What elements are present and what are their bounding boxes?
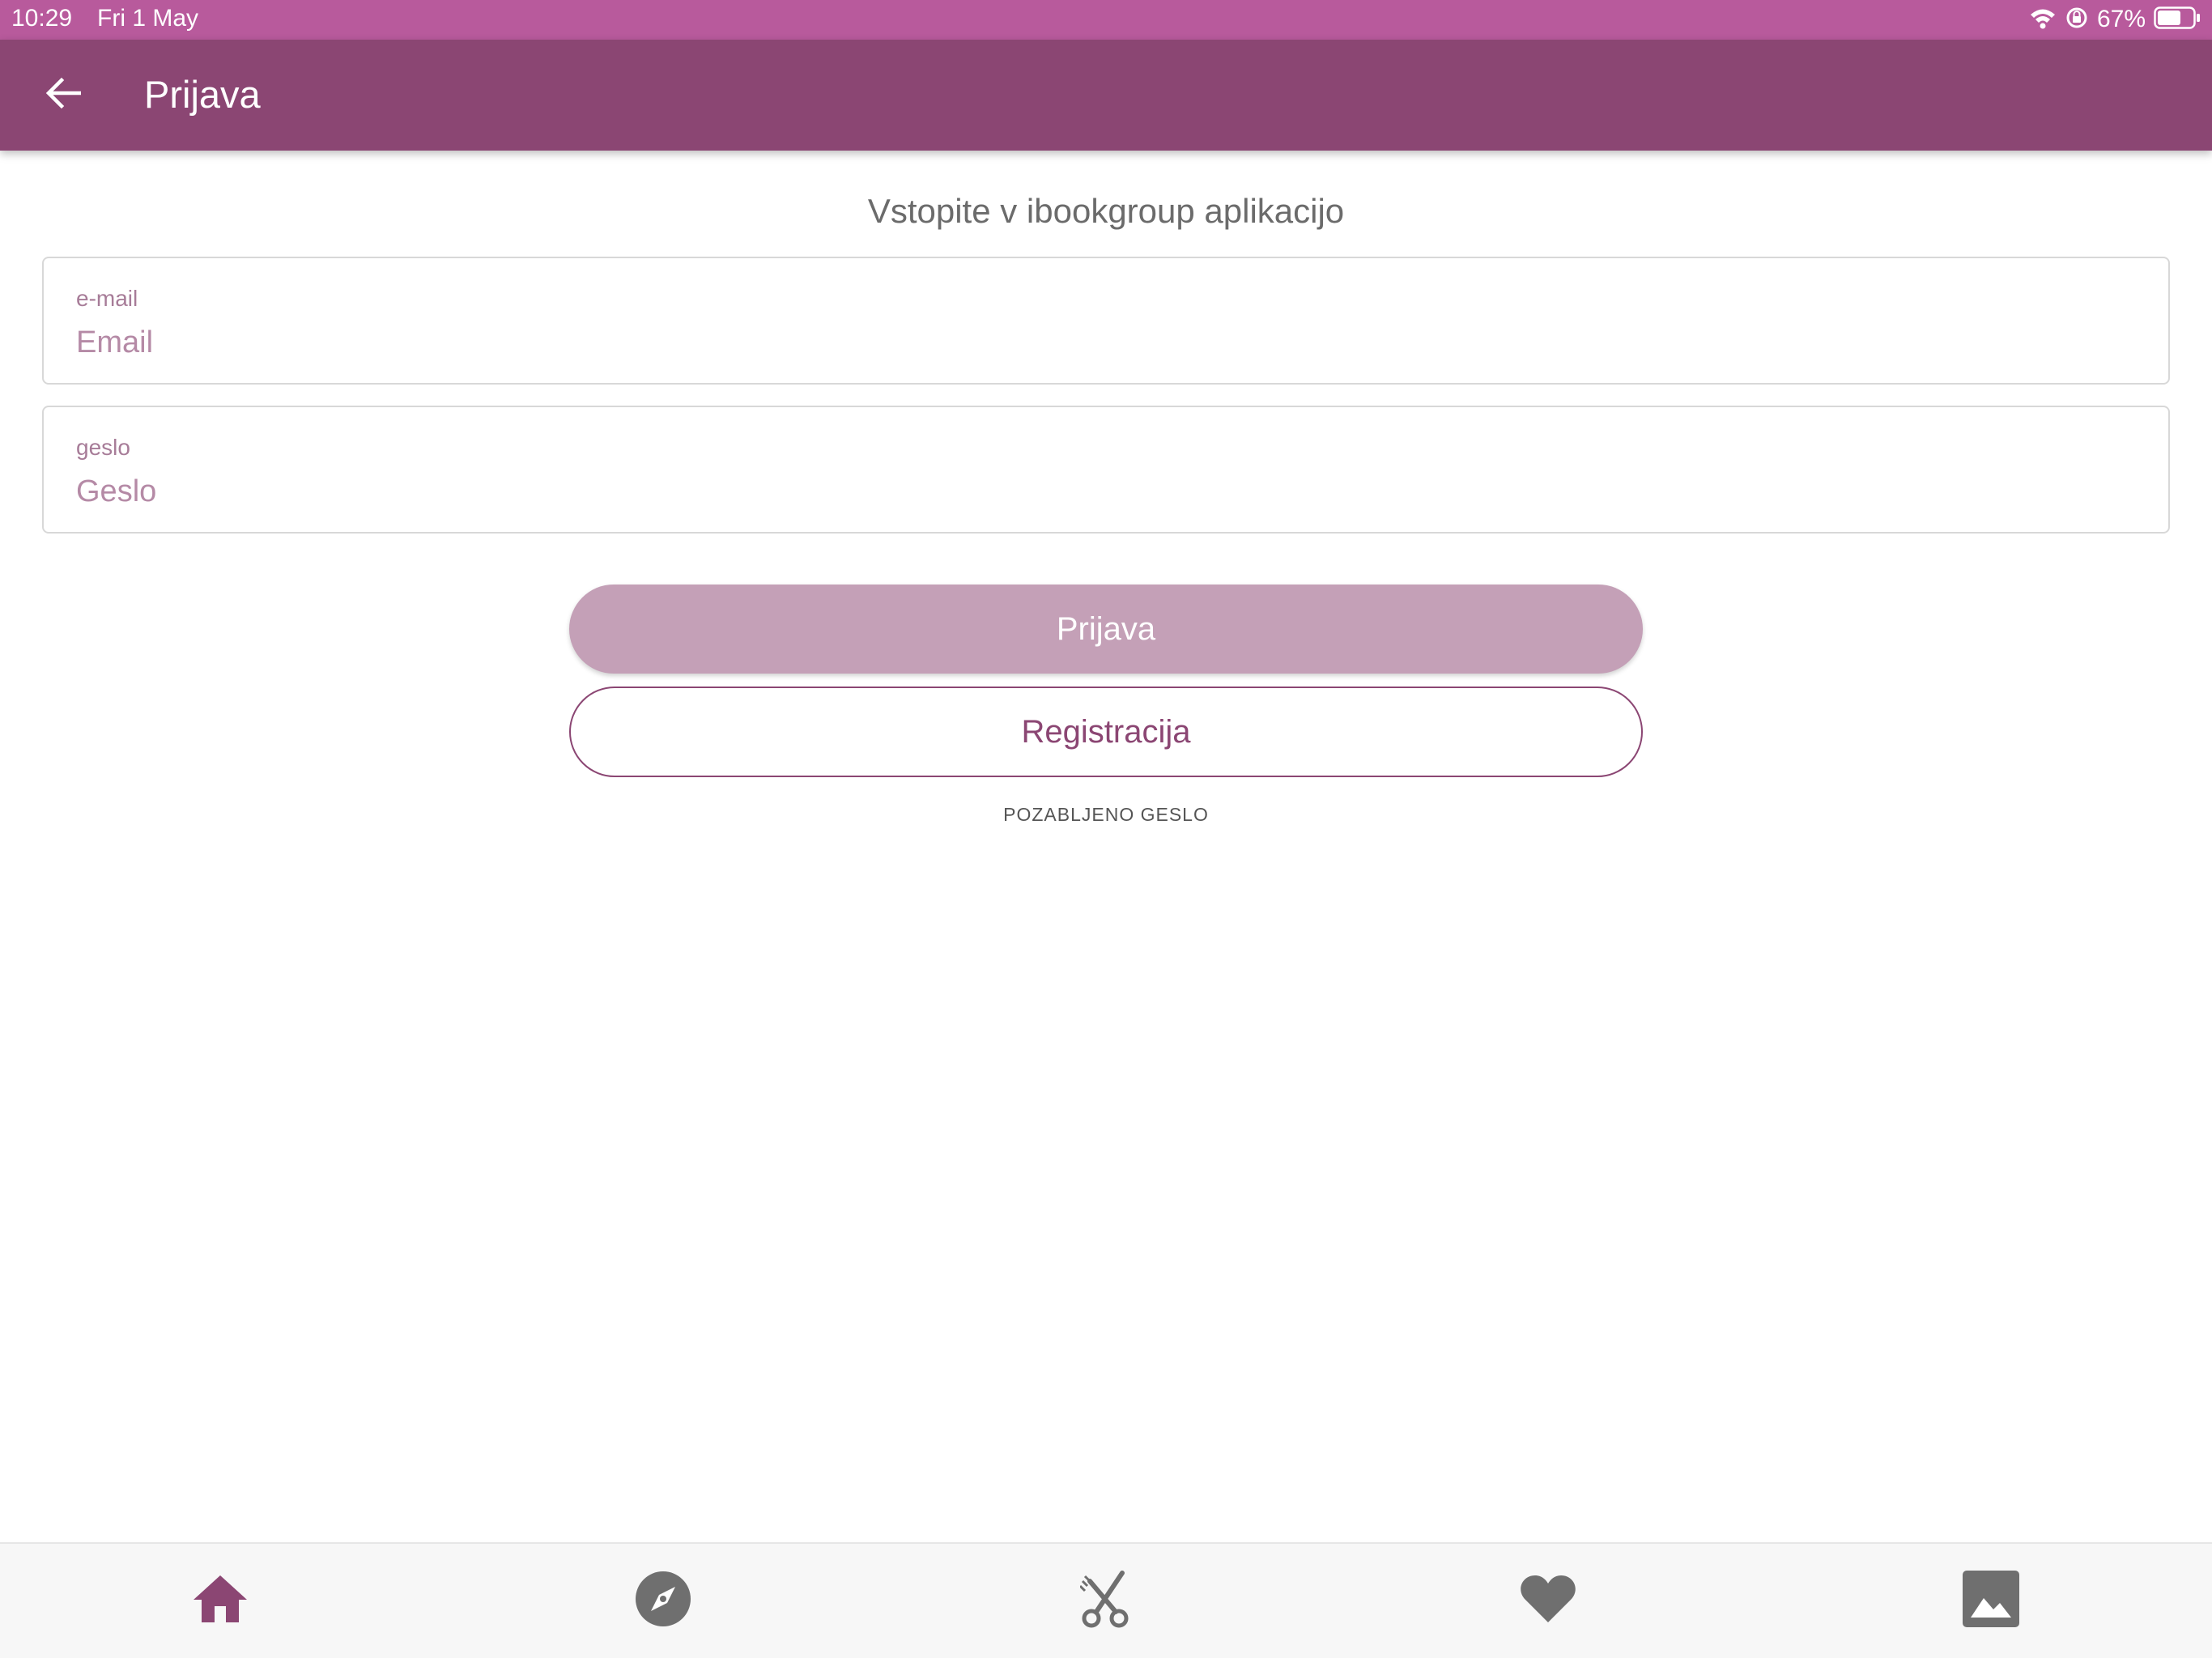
home-icon [192, 1574, 249, 1628]
battery-icon [2154, 6, 2201, 33]
status-indicators: 67% [2029, 3, 2201, 36]
forgot-password-link[interactable]: POZABLJENO GESLO [1003, 804, 1209, 825]
email-label: e-mail [76, 286, 138, 311]
nav-item-home[interactable] [188, 1568, 253, 1633]
status-time: 10:29 [11, 5, 73, 32]
status-date: Fri 1 May [97, 5, 199, 32]
battery-percent: 67% [2096, 6, 2146, 32]
nav-item-explore[interactable] [631, 1568, 696, 1633]
nav-item-services[interactable] [1074, 1568, 1138, 1633]
bottom-nav [0, 1542, 2212, 1658]
image-icon [1963, 1570, 2019, 1631]
nav-item-gallery[interactable] [1959, 1568, 2023, 1633]
password-label: geslo [76, 435, 130, 460]
orientation-lock-icon [2065, 6, 2089, 34]
register-button[interactable]: Registracija [569, 687, 1643, 777]
email-input[interactable] [76, 321, 2133, 363]
compass-icon [635, 1571, 691, 1631]
forgot-password-row: POZABLJENO GESLO [0, 804, 2212, 826]
scissors-comb-icon [1078, 1570, 1132, 1632]
heart-icon [1519, 1574, 1577, 1628]
login-button[interactable]: Prijava [569, 585, 1643, 674]
email-field[interactable]: e-mail [42, 257, 2170, 385]
nav-item-favorites[interactable] [1516, 1568, 1580, 1633]
app-bar: Prijava [0, 40, 2212, 151]
password-field[interactable]: geslo [42, 406, 2170, 534]
arrow-left-icon [45, 77, 82, 113]
login-heading: Vstopite v ibookgroup aplikacijo [867, 192, 1345, 230]
wifi-icon [2029, 6, 2057, 33]
password-input[interactable] [76, 470, 2133, 512]
page-title: Prijava [144, 73, 261, 116]
back-button[interactable] [40, 72, 86, 117]
status-bar: 10:29 Fri 1 May 67% [0, 0, 2212, 40]
